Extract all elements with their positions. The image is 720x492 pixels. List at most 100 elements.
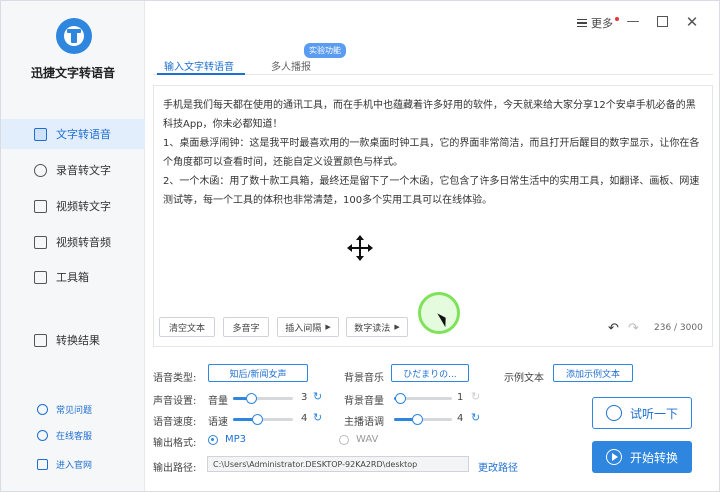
tone-value: 4 [457, 413, 464, 424]
result-icon [34, 333, 47, 347]
text-to-speech-icon [34, 127, 47, 141]
sidebar-item-label: 录音转文字 [56, 164, 111, 177]
caret-right-icon: ▶ [394, 323, 400, 331]
output-path-value: C:\Users\Administrator.DESKTOP-92KA2RD\d… [213, 459, 418, 469]
rate-slider-knob[interactable] [252, 414, 263, 425]
sidebar-item-video-to-audio[interactable]: 视频转音频 [1, 227, 145, 257]
recording-icon [34, 163, 47, 177]
bg-volume-value: 1 [457, 392, 464, 403]
volume-reset-icon[interactable]: ↻ [313, 390, 322, 403]
preview-label: 试听一下 [629, 406, 678, 421]
active-tab-indicator [157, 73, 245, 75]
preview-button[interactable]: 试听一下 [592, 397, 692, 429]
add-sample-text-button[interactable]: 添加示例文本 [553, 364, 633, 382]
undo-icon[interactable]: ↶ [608, 321, 619, 336]
bg-volume-slider-knob[interactable] [394, 393, 406, 404]
faq-label: 常见问题 [56, 405, 93, 416]
voice-type-select[interactable]: 知后/新闻女声 [208, 364, 308, 382]
sidebar-item-label: 文字转语音 [56, 128, 111, 141]
bgm-select[interactable]: ひだまりの... [391, 364, 469, 382]
close-icon[interactable]: ✕ [685, 15, 699, 30]
video-audio-icon [34, 235, 47, 249]
clear-text-label: 清空文本 [168, 323, 205, 334]
number-reading-label: 数字读法 [354, 323, 391, 334]
caret-right-icon: ▶ [325, 323, 331, 331]
format-label: 输出格式: [153, 438, 197, 449]
tab-multi-speaker[interactable]: 多人播报 [271, 58, 311, 73]
help-icon [37, 403, 48, 415]
sidebar-item-toolbox[interactable]: 工具箱 [1, 262, 145, 292]
rate-value: 4 [301, 413, 308, 424]
headphone-icon [605, 405, 622, 421]
support-icon [37, 429, 48, 441]
editor-paragraph: 手机是我们每天都在使用的通讯工具，而在手机中也蕴藏着许多好用的软件，今天就来给大… [163, 100, 696, 130]
sidebar-item-label: 视频转文字 [56, 200, 111, 213]
tone-reset-icon[interactable]: ↻ [471, 411, 480, 424]
website-label: 进入官网 [56, 460, 93, 471]
sidebar-item-label: 转换结果 [56, 334, 100, 347]
support-link[interactable]: 在线客服 [1, 426, 145, 444]
more-menu-button[interactable]: 更多 [577, 13, 619, 33]
minimize-icon[interactable]: — [626, 15, 640, 29]
format-wav-radio[interactable] [339, 435, 349, 445]
move-cursor-icon [347, 235, 373, 261]
clear-text-button[interactable]: 清空文本 [159, 317, 215, 337]
tab-text-to-speech[interactable]: 输入文字转语音 [164, 58, 234, 73]
output-path-field[interactable]: C:\Users\Administrator.DESKTOP-92KA2RD\d… [207, 456, 469, 472]
website-link[interactable]: 进入官网 [1, 455, 145, 473]
support-label: 在线客服 [56, 431, 93, 442]
format-wav-label: WAV [356, 434, 379, 445]
output-path-label: 输出路径: [153, 463, 197, 474]
experimental-badge: 实验功能 [304, 43, 346, 58]
editor-paragraph: 1、桌面悬浮闹钟：这是我平时最喜欢用的一款桌面时钟工具，它的界面非常简洁，而且打… [163, 138, 700, 168]
bgm-label: 背景音乐 [344, 373, 384, 384]
rate-slider[interactable] [233, 414, 293, 425]
bg-volume-slider[interactable] [394, 393, 452, 404]
sidebar-item-text-to-speech[interactable]: 文字转语音 [1, 119, 145, 149]
bg-volume-label: 背景音量 [344, 396, 384, 407]
notification-dot [615, 17, 619, 21]
app-logo-icon [56, 18, 92, 54]
start-convert-button[interactable]: 开始转换 [592, 441, 692, 473]
play-icon [605, 449, 622, 465]
volume-value: 3 [301, 392, 308, 403]
rate-reset-icon[interactable]: ↻ [313, 411, 322, 424]
toolbox-icon [34, 270, 47, 284]
start-convert-label: 开始转换 [629, 450, 678, 465]
polyphone-button[interactable]: 多音字 [223, 317, 269, 337]
tab-bar [153, 51, 713, 75]
number-reading-button[interactable]: 数字读法 ▶ [346, 317, 408, 337]
volume-label: 音量 [208, 396, 228, 407]
redo-icon[interactable]: ↷ [628, 321, 639, 336]
polyphone-label: 多音字 [232, 323, 260, 334]
sidebar-item-label: 视频转音频 [56, 236, 111, 249]
format-mp3-label: MP3 [225, 434, 247, 445]
bg-volume-reset-icon[interactable]: ↻ [471, 390, 480, 403]
tone-label: 主播语调 [344, 417, 384, 428]
rate-label: 语速 [208, 417, 228, 428]
sample-text-label: 示例文本 [504, 373, 544, 384]
tone-slider[interactable] [394, 414, 452, 425]
change-path-link[interactable]: 更改路径 [478, 459, 518, 474]
insert-pause-label: 插入间隔 [285, 323, 322, 334]
faq-link[interactable]: 常见问题 [1, 400, 145, 418]
insert-pause-button[interactable]: 插入间隔 ▶ [277, 317, 339, 337]
format-mp3-radio[interactable] [208, 435, 218, 445]
app-title: 迅捷文字转语音 [30, 66, 115, 80]
voice-type-label: 语音类型: [153, 373, 197, 384]
tone-slider-knob[interactable] [412, 414, 424, 425]
sidebar-item-results[interactable]: 转换结果 [1, 325, 145, 355]
app-window: 迅捷文字转语音 文字转语音 录音转文字 视频转文字 视频转音频 工具箱 转换结果… [0, 0, 720, 492]
maximize-icon[interactable] [655, 15, 669, 29]
sidebar-item-recording-to-text[interactable]: 录音转文字 [1, 155, 145, 185]
website-icon [37, 458, 48, 470]
sidebar-item-label: 工具箱 [56, 271, 89, 284]
volume-slider-knob[interactable] [246, 393, 257, 404]
editor-paragraph: 2、一个木函：用了数十款工具箱，最终还是留下了一个木函，它包含了许多日常生活中的… [163, 176, 700, 206]
editor-text[interactable]: 手机是我们每天都在使用的通讯工具，而在手机中也蕴藏着许多好用的软件，今天就来给大… [163, 96, 703, 210]
menu-icon [577, 19, 587, 27]
volume-slider[interactable] [233, 393, 293, 404]
sidebar: 迅捷文字转语音 文字转语音 录音转文字 视频转文字 视频转音频 工具箱 转换结果… [1, 1, 145, 491]
character-count: 236 / 3000 [654, 323, 703, 333]
sidebar-item-video-to-text[interactable]: 视频转文字 [1, 191, 145, 221]
